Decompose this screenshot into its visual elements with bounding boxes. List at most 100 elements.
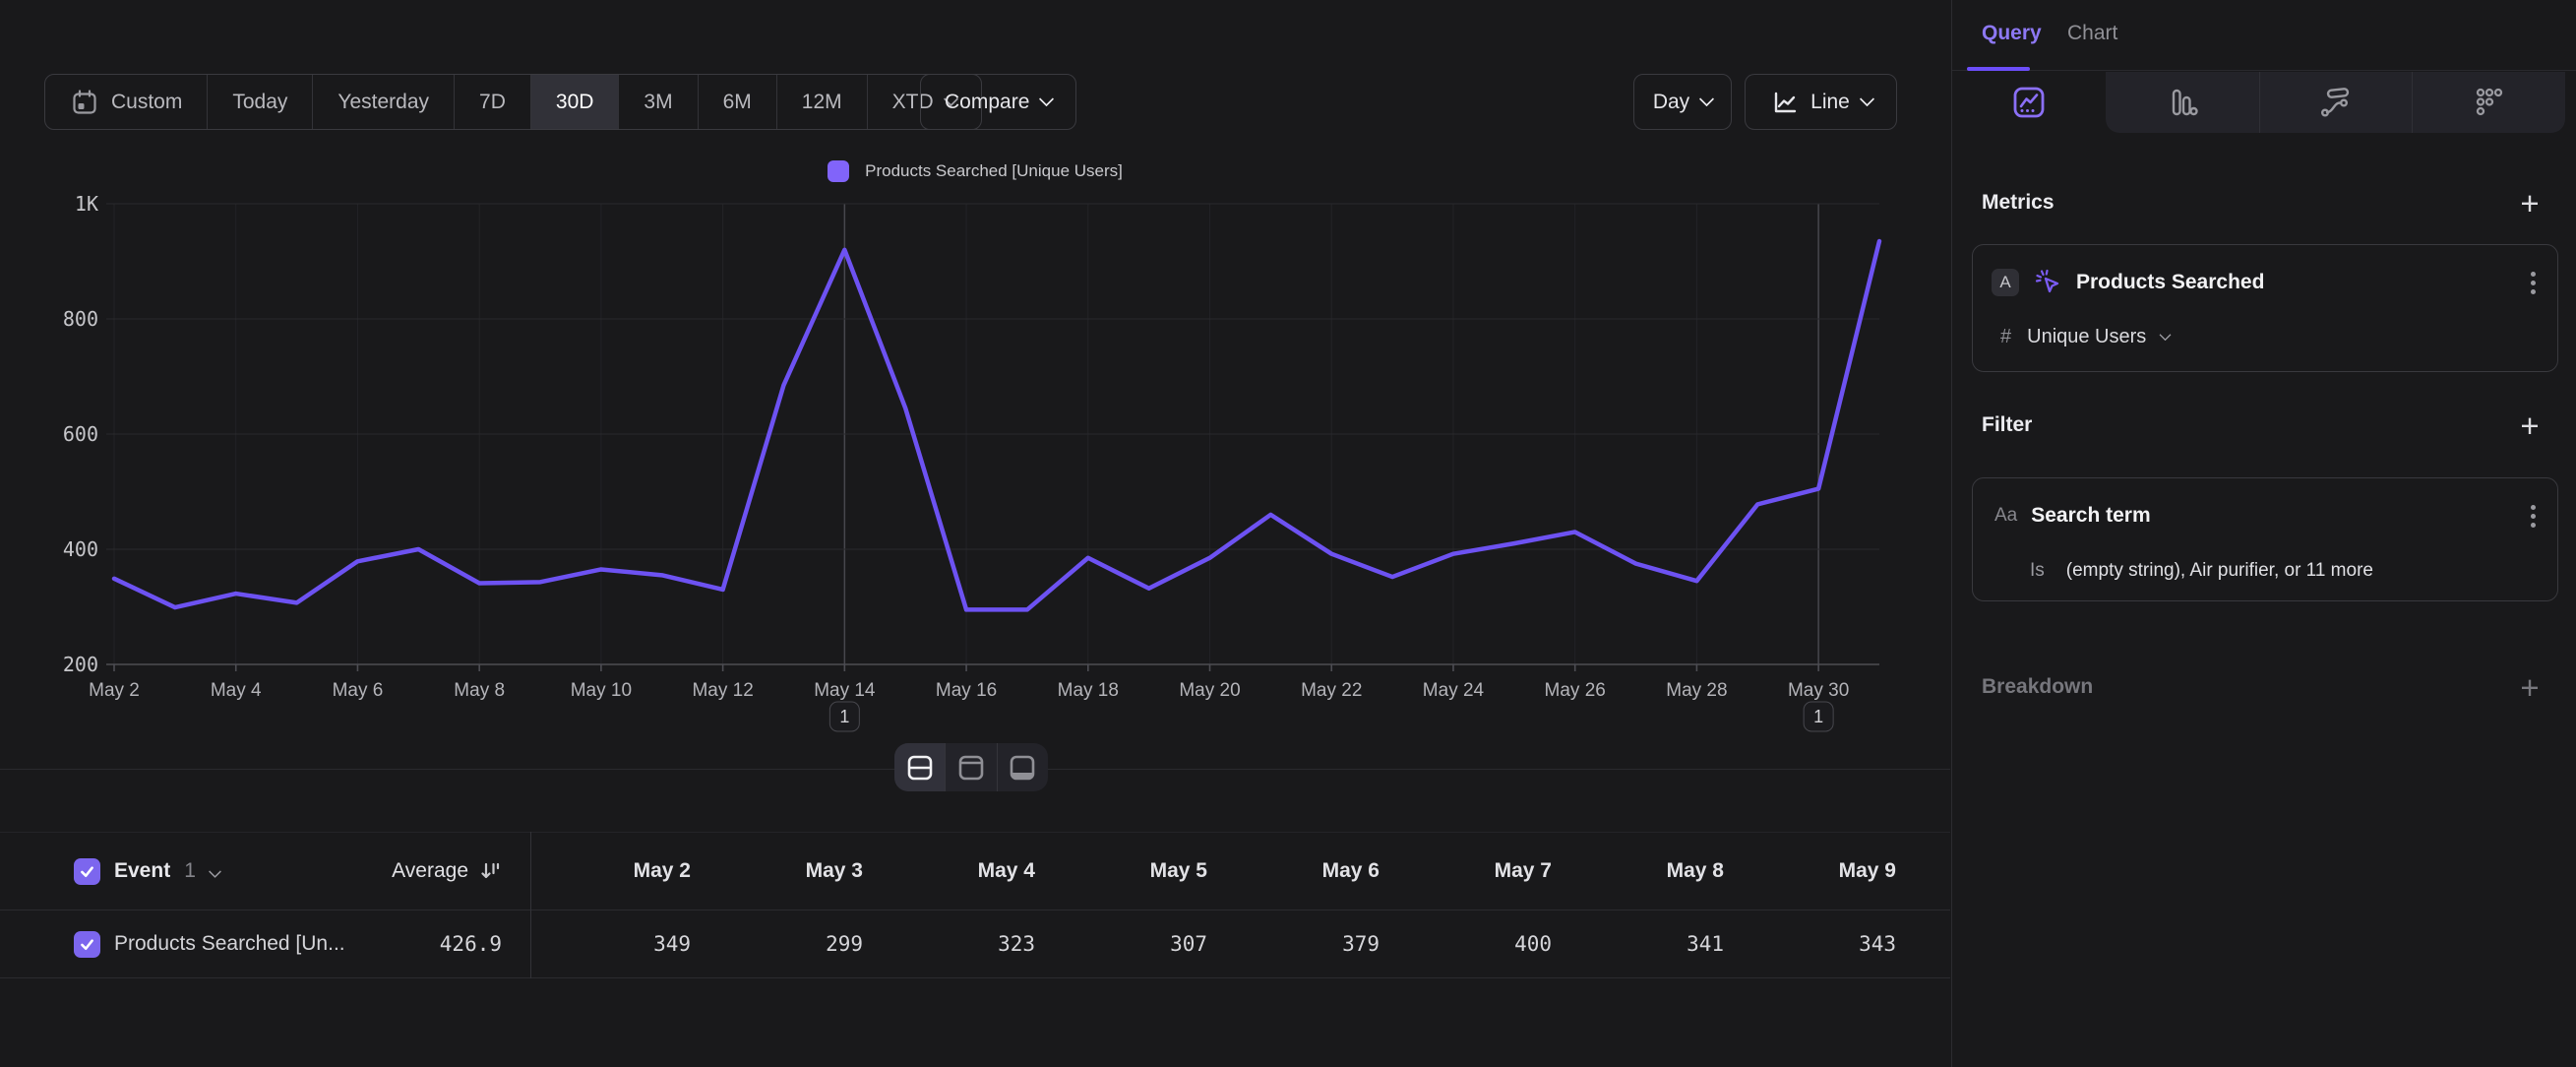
results-table: Event 1 Average May 2May 3May 4May 5May … (0, 832, 1950, 978)
date-column-header: May 5 (1035, 833, 1207, 910)
cell-value: 323 (863, 910, 1035, 977)
insights-tab[interactable] (1952, 72, 2106, 133)
metric-letter-badge: A (1992, 269, 2019, 296)
date-range-label: 30D (556, 91, 594, 114)
chart-legend: Products Searched [Unique Users] (0, 160, 1950, 182)
cell-value: 400 (1380, 910, 1552, 977)
cell-value: 343 (1724, 910, 1896, 977)
x-axis-tick-label: May 16 (936, 680, 997, 701)
breakdown-section-title: Breakdown (1982, 675, 2093, 699)
date-range-label: 12M (802, 91, 842, 114)
sort-descending-icon[interactable] (478, 859, 502, 883)
funnels-tab[interactable] (2106, 72, 2259, 133)
string-type-icon: Aa (1994, 505, 2017, 527)
chevron-down-icon (1699, 92, 1715, 107)
date-range-30d[interactable]: 30D (530, 75, 619, 129)
layout-chart-only-button[interactable] (945, 743, 996, 791)
event-column-header: Event (114, 859, 170, 883)
query-sidebar: Query Chart (1951, 0, 2576, 1067)
x-axis-tick-label: May 2 (89, 680, 140, 701)
event-count: 1 (184, 859, 196, 883)
table-column-divider (530, 832, 531, 978)
active-tab-underline (1967, 67, 2030, 71)
funnels-icon (2165, 85, 2200, 120)
aggregation-selector[interactable]: # Unique Users (1973, 322, 2557, 351)
date-range-today[interactable]: Today (207, 75, 312, 129)
layout-split-button[interactable] (894, 743, 945, 791)
compare-button[interactable]: Compare (920, 74, 1076, 130)
row-checkbox[interactable] (74, 931, 100, 958)
date-range-12m[interactable]: 12M (776, 75, 867, 129)
cell-value: 307 (1035, 910, 1207, 977)
retention-icon (2472, 85, 2507, 120)
date-column-header: May 7 (1380, 833, 1552, 910)
annotation-badge[interactable]: 1 (1804, 702, 1833, 731)
y-axis-tick-label: 1K (75, 192, 98, 216)
chevron-down-icon[interactable] (209, 864, 221, 877)
legend-swatch (828, 160, 849, 182)
select-all-checkbox[interactable] (74, 858, 100, 885)
table-only-view-icon (1006, 751, 1039, 785)
date-range-label: 7D (479, 91, 506, 114)
add-metric-button[interactable]: + (2513, 187, 2546, 220)
date-range-6m[interactable]: 6M (698, 75, 776, 129)
x-axis-tick-label: May 4 (211, 680, 262, 701)
legend-label: Products Searched [Unique Users] (865, 161, 1123, 181)
filter-row[interactable]: Aa Search term (1973, 498, 2557, 534)
x-axis-tick-label: May 14 (814, 680, 876, 701)
date-range-label: 3M (644, 91, 672, 114)
flows-tab[interactable] (2259, 72, 2413, 133)
filter-condition[interactable]: Is (empty string), Air purifier, or 11 m… (1973, 557, 2557, 585)
date-range-3m[interactable]: 3M (618, 75, 697, 129)
date-column-header: May 2 (519, 833, 691, 910)
y-axis-tick-label: 200 (63, 653, 98, 676)
metrics-section-title: Metrics (1982, 191, 2055, 215)
filter-menu-button[interactable] (2531, 514, 2536, 519)
svg-text:1: 1 (839, 707, 849, 726)
chart-type-label: Line (1810, 91, 1850, 114)
annotation-badge[interactable]: 1 (829, 702, 859, 731)
x-axis-tick-label: May 22 (1301, 680, 1362, 701)
granularity-label: Day (1653, 91, 1689, 114)
layout-toggle-group (894, 743, 1048, 791)
event-cursor-icon (2033, 267, 2064, 298)
date-column-header: May 8 (1552, 833, 1724, 910)
svg-text:1: 1 (1813, 707, 1823, 726)
date-range-label: Yesterday (337, 91, 429, 114)
line-chart-icon (1769, 88, 1799, 117)
x-axis-tick-label: May 26 (1545, 680, 1606, 701)
table-row: Products Searched [Un...426.934929932330… (0, 910, 1950, 978)
chart-type-button[interactable]: Line (1745, 74, 1897, 130)
date-range-custom[interactable]: Custom (45, 75, 207, 129)
cell-value: 299 (691, 910, 863, 977)
cell-value: 341 (1552, 910, 1724, 977)
check-icon (79, 936, 95, 953)
date-range-7d[interactable]: 7D (454, 75, 530, 129)
chevron-down-icon (2160, 329, 2172, 341)
layout-table-only-button[interactable] (997, 743, 1048, 791)
chart-svg: 2004006008001KMay 2May 4May 6May 8May 10… (0, 187, 1950, 753)
add-filter-button[interactable]: + (2513, 409, 2546, 442)
x-axis-tick-label: May 8 (454, 680, 505, 701)
x-axis-tick-label: May 12 (692, 680, 753, 701)
split-view-icon (903, 751, 937, 785)
sidebar-tabbar: Query Chart (1952, 0, 2576, 71)
x-axis-tick-label: May 20 (1179, 680, 1240, 701)
date-range-yesterday[interactable]: Yesterday (312, 75, 454, 129)
chart-only-view-icon (954, 751, 988, 785)
calendar-icon (70, 88, 99, 117)
retention-tab[interactable] (2412, 72, 2565, 133)
granularity-button[interactable]: Day (1633, 74, 1732, 130)
tab-query[interactable]: Query (1982, 22, 2042, 45)
line-chart[interactable]: 2004006008001KMay 2May 4May 6May 8May 10… (0, 187, 1950, 753)
add-breakdown-button[interactable]: + (2513, 671, 2546, 704)
filter-card: Aa Search term Is (empty string), Air pu… (1972, 477, 2558, 601)
metric-row[interactable]: A Products Searched (1973, 265, 2557, 300)
filter-value: (empty string), Air purifier, or 11 more (2066, 560, 2373, 582)
filter-operator: Is (2030, 560, 2045, 582)
tab-chart[interactable]: Chart (2067, 22, 2117, 45)
series-line (114, 241, 1879, 609)
x-axis-tick-label: May 18 (1058, 680, 1119, 701)
metric-card: A Products Searched # Unique Users (1972, 244, 2558, 372)
metric-menu-button[interactable] (2531, 281, 2536, 285)
